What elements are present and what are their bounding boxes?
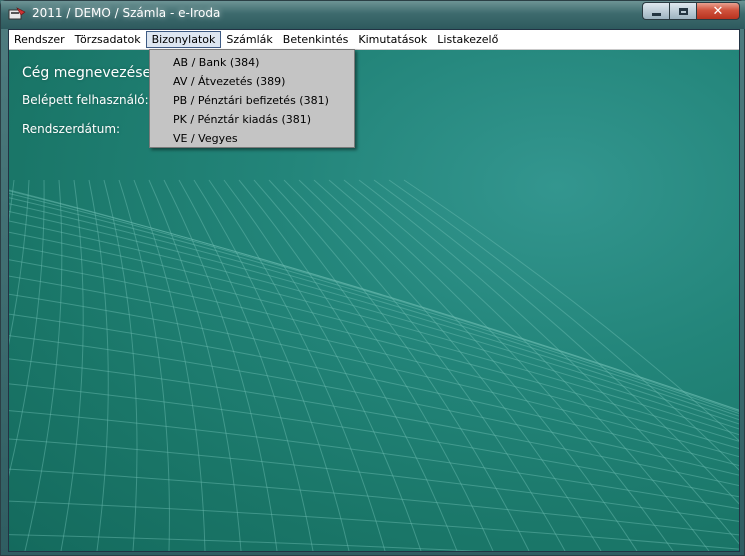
menu-bizonylatok[interactable]: Bizonylatok	[145, 31, 222, 48]
menu-item-pk-penztar-kiadas[interactable]: PK / Pénztár kiadás (381)	[150, 110, 354, 129]
company-name-label: Cég megnevezése:	[22, 65, 156, 81]
minimize-icon	[651, 13, 661, 16]
menu-item-ab-bank[interactable]: AB / Bank (384)	[150, 53, 354, 72]
system-date-label: Rendszerdátum:	[22, 122, 121, 136]
menu-item-ve-vegyes[interactable]: VE / Vegyes	[150, 129, 354, 148]
menu-betenkintes[interactable]: Betenkintés	[278, 31, 354, 48]
menu-rendszer[interactable]: Rendszer	[9, 31, 70, 48]
window-controls: ✕	[642, 2, 740, 20]
menu-torzsadatok[interactable]: Törzsadatok	[70, 31, 146, 48]
menu-bar: Rendszer Törzsadatok Bizonylatok Számlák…	[9, 30, 739, 50]
title-bar[interactable]: 2011 / DEMO / Számla - e-Iroda ✕	[1, 1, 745, 29]
logged-in-user-label: Belépett felhasználó:	[22, 93, 149, 107]
close-icon: ✕	[712, 3, 724, 19]
app-icon[interactable]	[8, 7, 26, 21]
client-area: Rendszer Törzsadatok Bizonylatok Számlák…	[8, 29, 740, 552]
minimize-button[interactable]	[642, 2, 669, 20]
close-button[interactable]: ✕	[696, 2, 740, 20]
menu-item-pb-penztari-befizetes[interactable]: PB / Pénztári befizetés (381)	[150, 91, 354, 110]
maximize-icon	[678, 7, 688, 15]
menu-item-av-atvezetes[interactable]: AV / Átvezetés (389)	[150, 72, 354, 91]
app-window: 2011 / DEMO / Számla - e-Iroda ✕ Rendsze…	[0, 0, 745, 556]
menu-szamlak[interactable]: Számlák	[221, 31, 277, 48]
menu-kimutatasok[interactable]: Kimutatások	[353, 31, 432, 48]
menu-listakezelo[interactable]: Listakezelő	[432, 31, 503, 48]
window-title: 2011 / DEMO / Számla - e-Iroda	[32, 6, 221, 20]
bizonylatok-dropdown: AB / Bank (384) AV / Átvezetés (389) PB …	[149, 49, 355, 148]
maximize-button[interactable]	[669, 2, 696, 20]
